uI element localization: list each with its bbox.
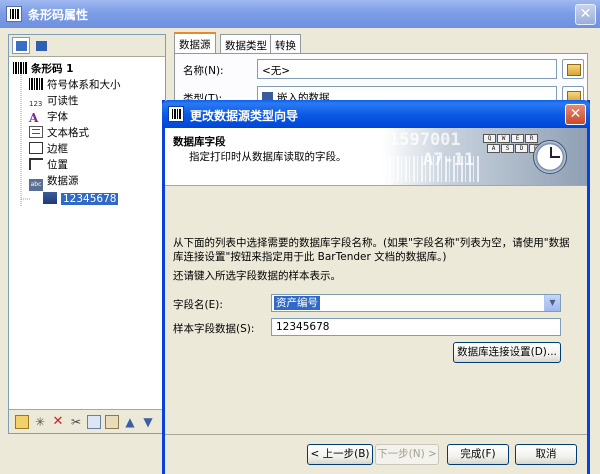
tree-item-readability[interactable]: 123 可读性 bbox=[29, 93, 79, 109]
name-label: 名称(N): bbox=[183, 65, 224, 77]
wizard-title: 更改数据源类型向导 bbox=[190, 109, 299, 123]
barcode-app-icon bbox=[6, 6, 22, 22]
outer-window-title: 条形码属性 bbox=[28, 8, 89, 22]
tree-item-symbology[interactable]: 符号体系和大小 bbox=[29, 77, 121, 93]
tree-item-font[interactable]: A 字体 bbox=[29, 109, 68, 125]
finish-button[interactable]: 完成(F) bbox=[447, 444, 509, 465]
outer-title-bar: 条形码属性 ✕ bbox=[0, 0, 600, 28]
barcode-icon bbox=[29, 78, 43, 90]
art-number-text: 1597001 bbox=[389, 130, 461, 150]
wand-icon[interactable]: ✳ bbox=[33, 415, 47, 429]
tree-item-barcode-1[interactable]: 条形码 1 bbox=[13, 61, 73, 77]
field-name-select[interactable]: 资产编号 ▼ bbox=[271, 294, 561, 312]
new-icon[interactable] bbox=[15, 415, 29, 429]
outer-close-button[interactable]: ✕ bbox=[575, 4, 596, 25]
field-description: 从下面的列表中选择需要的数据库字段名称。(如果"字段名称"列表为空，请使用"数据… bbox=[173, 237, 570, 263]
tree-item-position[interactable]: 位置 bbox=[29, 157, 68, 173]
cancel-button[interactable]: 取消 bbox=[515, 444, 577, 465]
cut-icon[interactable]: ✂ bbox=[69, 415, 83, 429]
expand-icon bbox=[16, 41, 27, 51]
wizard-header: 数据库字段 指定打印时从数据库读取的字段。 1597001 A7-11 Q W … bbox=[165, 128, 587, 186]
footer-divider bbox=[165, 434, 587, 435]
collapse-tree-button[interactable] bbox=[32, 37, 50, 54]
field-name-label: 字段名(E): bbox=[173, 299, 223, 311]
tab-transform[interactable]: 转换 bbox=[270, 34, 301, 54]
tree-toolbar bbox=[9, 35, 165, 57]
copy-icon[interactable] bbox=[87, 415, 101, 429]
move-down-icon[interactable]: ▼ bbox=[141, 415, 155, 429]
tree-item-datasource[interactable]: abc 数据源 bbox=[29, 173, 79, 191]
delete-icon[interactable]: ✕ bbox=[51, 415, 65, 429]
db-connection-settings-button[interactable]: 数据库连接设置(D)... bbox=[453, 342, 561, 363]
paste-icon[interactable] bbox=[105, 415, 119, 429]
properties-tree-panel: 条形码 1 符号体系和大小 123 可读性 A 字体 文本格式 边框 位置 abc 数… bbox=[8, 34, 166, 434]
next-button[interactable]: 下一步(N) > bbox=[375, 444, 439, 465]
tree-item-border[interactable]: 边框 bbox=[29, 141, 68, 157]
expand-tree-button[interactable] bbox=[12, 37, 30, 54]
tab-data-source[interactable]: 数据源 bbox=[174, 32, 216, 54]
move-up-icon[interactable]: ▲ bbox=[123, 415, 137, 429]
datasource-icon: abc bbox=[29, 179, 43, 191]
tree-item-text-format[interactable]: 文本格式 bbox=[29, 125, 89, 141]
layers-icon bbox=[36, 41, 47, 51]
barcode-icon bbox=[13, 62, 27, 74]
sample-note: 还请键入所选字段数据的样本表示。 bbox=[173, 270, 341, 282]
sample-data-label: 样本字段数据(S): bbox=[173, 323, 255, 335]
database-icon bbox=[43, 192, 57, 204]
position-icon bbox=[29, 158, 43, 170]
wizard-title-bar: 更改数据源类型向导 ✕ bbox=[162, 100, 590, 128]
change-datasource-wizard: 更改数据源类型向导 ✕ 数据库字段 指定打印时从数据库读取的字段。 159700… bbox=[162, 100, 590, 474]
back-button[interactable]: < 上一步(B) bbox=[307, 444, 373, 465]
chevron-down-icon[interactable]: ▼ bbox=[544, 295, 560, 311]
barcode-art-icon bbox=[389, 156, 479, 182]
header-illustration: 1597001 A7-11 Q W E R A S D F bbox=[383, 128, 587, 185]
font-a-icon: A bbox=[29, 111, 39, 125]
header-title: 数据库字段 bbox=[173, 136, 226, 148]
sample-data-input[interactable]: 12345678 bbox=[271, 318, 561, 336]
name-browse-button[interactable] bbox=[562, 59, 584, 79]
clock-icon bbox=[533, 140, 567, 174]
name-field[interactable]: <无> bbox=[257, 59, 557, 79]
tree-item-12345678[interactable]: 12345678 bbox=[43, 191, 119, 207]
field-name-value: 资产编号 bbox=[274, 296, 320, 310]
header-subtitle: 指定打印时从数据库读取的字段。 bbox=[189, 151, 347, 163]
barcode-app-icon bbox=[168, 106, 184, 122]
wizard-close-button[interactable]: ✕ bbox=[565, 104, 586, 125]
tab-data-type[interactable]: 数据类型 bbox=[220, 34, 272, 54]
border-icon bbox=[29, 142, 43, 154]
tree-bottom-toolbar: ✳ ✕ ✂ ▲ ▼ bbox=[9, 409, 165, 433]
text-format-icon bbox=[29, 126, 43, 138]
